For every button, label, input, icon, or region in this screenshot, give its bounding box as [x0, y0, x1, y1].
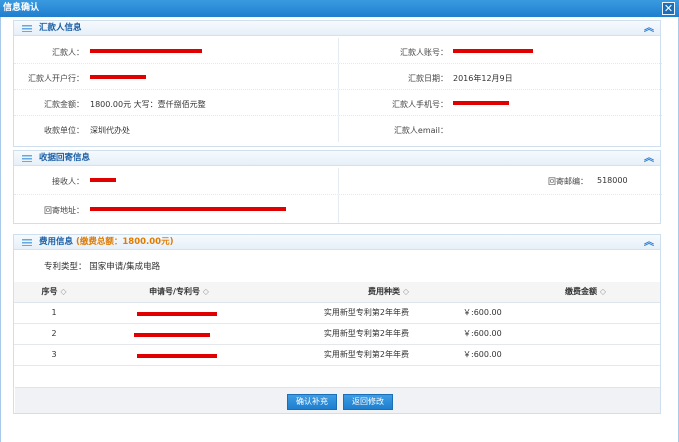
remitter-label: 汇款人： [52, 48, 84, 57]
remitter-info-panel: 汇款人信息 ︽ 汇款人： 汇款人账号： 汇款人开户行： 汇款日期： 2016年1… [13, 20, 662, 147]
collapse-icon[interactable]: ︽ [644, 151, 654, 166]
bank-label: 汇款人开户行： [28, 74, 84, 83]
row-amount: ￥:600.00 [409, 323, 660, 345]
redacted-remitter-name [90, 49, 202, 53]
patent-type-value: 国家申请/集成电路 [89, 262, 161, 272]
row-appno [94, 323, 264, 345]
recipient-label: 接收人： [52, 177, 84, 186]
info-row: 汇款人开户行： 汇款日期： 2016年12月9日 [14, 64, 662, 90]
column-header-seq[interactable]: 序号 ◇ [14, 282, 94, 303]
back-button[interactable]: 返回修改 [343, 394, 393, 410]
info-row: 汇款金额： 1800.00元 大写：壹仟捌佰元整 汇款人手机号： [14, 90, 662, 116]
list-icon [22, 25, 32, 32]
amount-label: 汇款金额： [44, 100, 84, 109]
row-amount: ￥:600.00 [409, 302, 660, 324]
fee-info-title: 费用信息 [39, 237, 74, 247]
redacted-recipient [90, 178, 116, 182]
row-fee-type: 实用新型专利第2年年费 [264, 323, 409, 345]
email-label: 汇款人email： [393, 126, 448, 135]
info-row: 收款单位： 深圳代办处 汇款人email： [14, 116, 662, 142]
collapse-icon[interactable]: ︽ [644, 235, 654, 250]
redacted-appno [137, 353, 217, 358]
close-icon[interactable]: ✕ [662, 2, 675, 15]
redacted-account-number [453, 49, 533, 53]
dialog-body: 汇款人信息 ︽ 汇款人： 汇款人账号： 汇款人开户行： 汇款日期： 2016年1… [0, 17, 679, 442]
table-header-row: 序号 ◇ 申请号/专利号 ◇ 费用种类 ◇ 缴费金额 ◇ [14, 282, 660, 303]
patent-type-line: 专利类型： 国家申请/集成电路 [44, 260, 160, 272]
row-seq: 1 [14, 302, 94, 324]
info-row: 接收人： 回寄邮编： 518000 [14, 168, 662, 195]
amount-value: 1800.00元 大写：壹仟捌佰元整 [90, 100, 206, 109]
column-divider [338, 64, 339, 89]
date-label: 汇款日期： [408, 74, 448, 83]
redacted-bank [90, 75, 146, 79]
fee-table: 序号 ◇ 申请号/专利号 ◇ 费用种类 ◇ 缴费金额 ◇ 1 实用新型专利第2年… [14, 282, 660, 366]
row-fee-type: 实用新型专利第2年年费 [264, 302, 409, 324]
list-icon [22, 239, 32, 246]
sort-icon: ◇ [202, 287, 209, 297]
column-divider [338, 168, 339, 194]
column-divider [338, 38, 339, 63]
sort-icon: ◇ [402, 287, 409, 297]
address-label: 回寄地址： [44, 206, 84, 215]
sort-icon: ◇ [599, 287, 606, 297]
list-icon [22, 155, 32, 162]
row-fee-type: 实用新型专利第2年年费 [264, 344, 409, 366]
receipt-info-panel: 收据回寄信息 ︽ 接收人： 回寄邮编： 518000 回寄地址： [13, 150, 662, 224]
table-row[interactable]: 1 实用新型专利第2年年费 ￥:600.00 [14, 302, 660, 324]
payee-value: 深圳代办处 [90, 126, 130, 135]
dialog-titlebar: 信息确认 ✕ [0, 0, 679, 17]
table-row[interactable]: 3 实用新型专利第2年年费 ￥:600.00 [14, 344, 660, 366]
fee-info-panel: 费用信息 (缴费总额：1800.00元) ︽ 专利类型： 国家申请/集成电路 序… [13, 234, 661, 414]
fee-info-header[interactable]: 费用信息 (缴费总额：1800.00元) ︽ [14, 235, 660, 250]
postcode-label: 回寄邮编： [548, 177, 588, 186]
column-divider [338, 116, 339, 142]
date-value: 2016年12月9日 [453, 74, 513, 83]
redacted-appno [137, 311, 217, 316]
account-label: 汇款人账号： [400, 48, 448, 57]
info-row: 汇款人： 汇款人账号： [14, 38, 662, 64]
redacted-phone [453, 101, 509, 105]
confirm-button[interactable]: 确认补充 [287, 394, 337, 410]
table-row[interactable]: 2 实用新型专利第2年年费 ￥:600.00 [14, 323, 660, 345]
column-divider [338, 90, 339, 115]
receipt-info-title: 收据回寄信息 [39, 153, 91, 163]
column-header-fee-type[interactable]: 费用种类 ◇ [264, 282, 409, 303]
sort-icon: ◇ [60, 287, 67, 297]
redacted-appno [134, 332, 210, 337]
row-seq: 2 [14, 323, 94, 345]
info-row: 回寄地址： [14, 195, 662, 223]
collapse-icon[interactable]: ︽ [644, 21, 654, 36]
remitter-info-title: 汇款人信息 [39, 23, 82, 33]
payee-label: 收款单位： [44, 126, 84, 135]
fee-total: (缴费总额：1800.00元) [75, 237, 174, 247]
row-appno [94, 344, 264, 366]
receipt-info-header[interactable]: 收据回寄信息 ︽ [14, 151, 660, 166]
row-amount: ￥:600.00 [409, 344, 660, 366]
phone-label: 汇款人手机号： [392, 100, 448, 109]
postcode-value: 518000 [597, 176, 628, 185]
row-appno [94, 302, 264, 324]
remitter-info-header[interactable]: 汇款人信息 ︽ [14, 21, 660, 36]
action-bar: 确认补充 返回修改 [15, 387, 660, 413]
redacted-address [90, 207, 286, 211]
row-seq: 3 [14, 344, 94, 366]
patent-type-label: 专利类型： [44, 262, 87, 272]
dialog-title: 信息确认 [3, 3, 40, 13]
column-divider [338, 195, 339, 223]
column-header-appno[interactable]: 申请号/专利号 ◇ [94, 282, 264, 303]
column-header-amount[interactable]: 缴费金额 ◇ [409, 282, 660, 303]
